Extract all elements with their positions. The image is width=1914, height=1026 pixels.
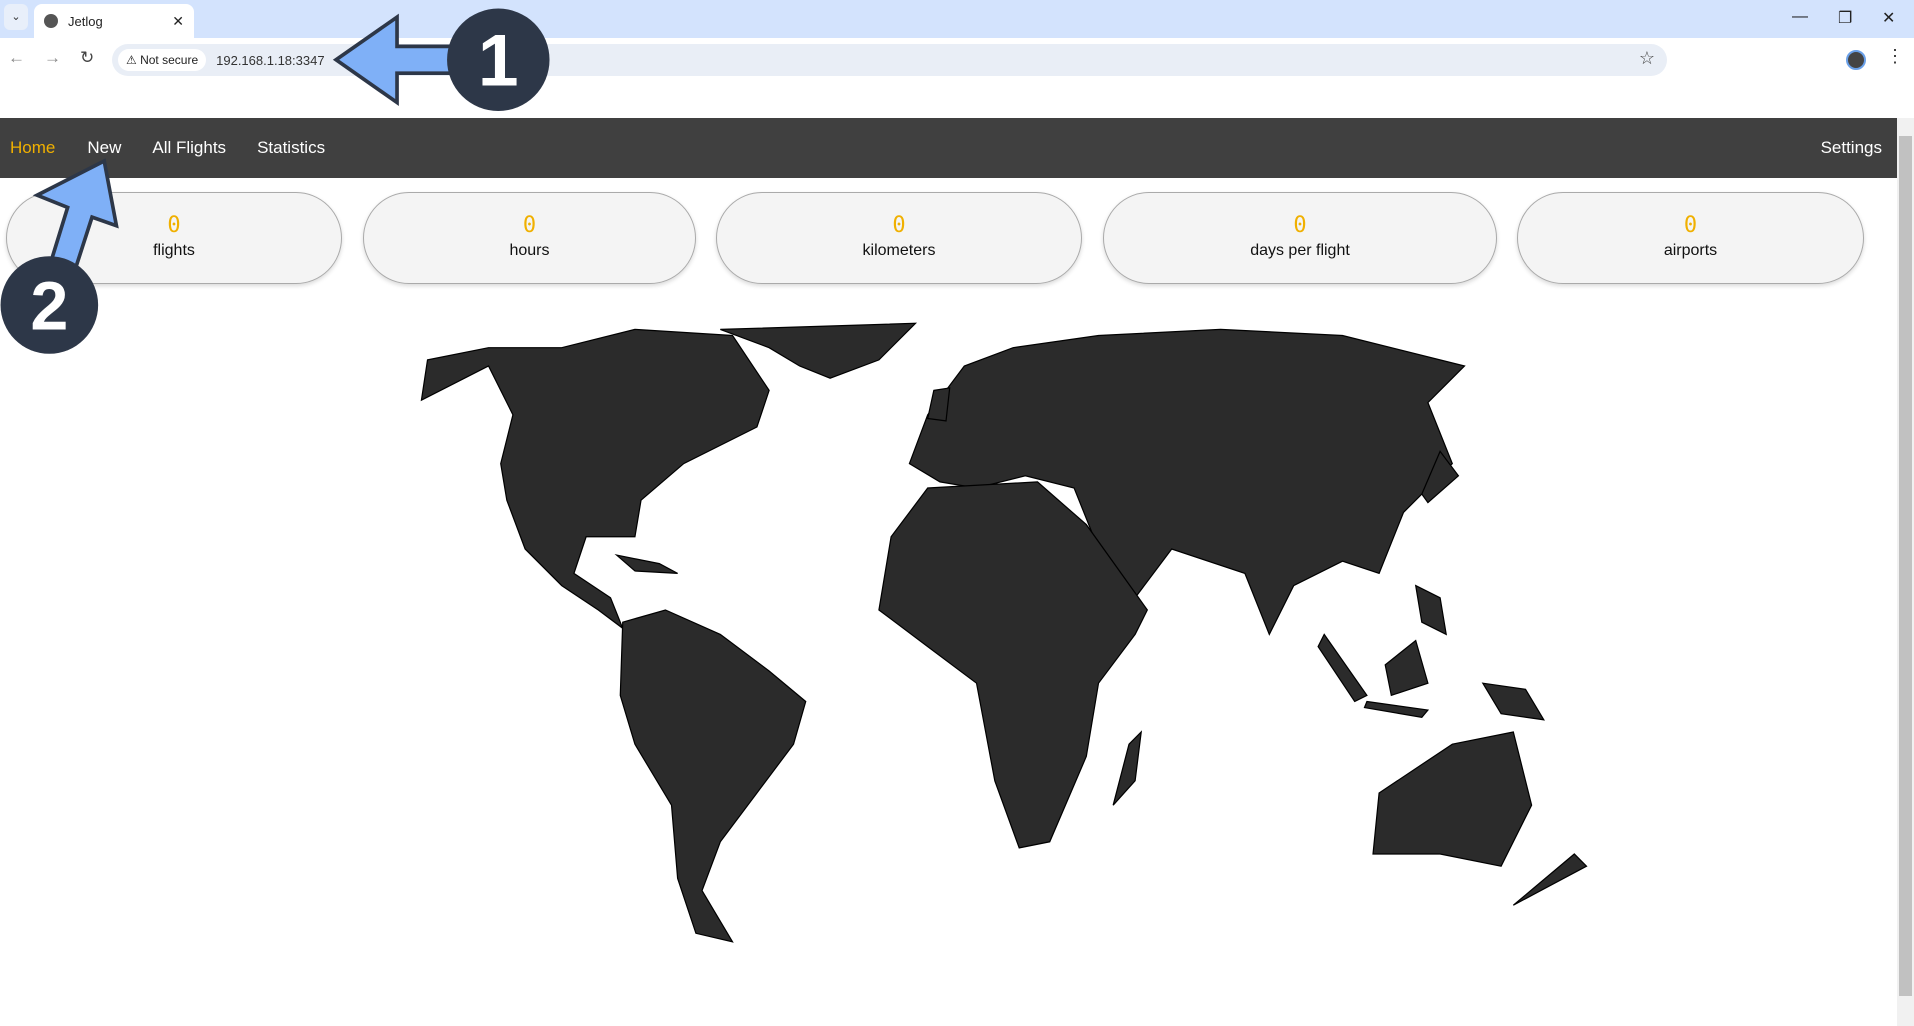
madagascar xyxy=(1112,730,1143,806)
sumatra xyxy=(1317,633,1368,703)
south-america xyxy=(619,609,807,943)
cuba xyxy=(614,554,678,574)
world-map xyxy=(420,322,1588,943)
new-zealand xyxy=(1512,853,1588,906)
philippines xyxy=(1414,584,1448,636)
north-america xyxy=(420,328,770,631)
java xyxy=(1363,700,1430,719)
new-guinea xyxy=(1481,682,1545,721)
australia xyxy=(1372,731,1533,867)
great-britain xyxy=(926,387,951,422)
borneo xyxy=(1384,639,1429,697)
